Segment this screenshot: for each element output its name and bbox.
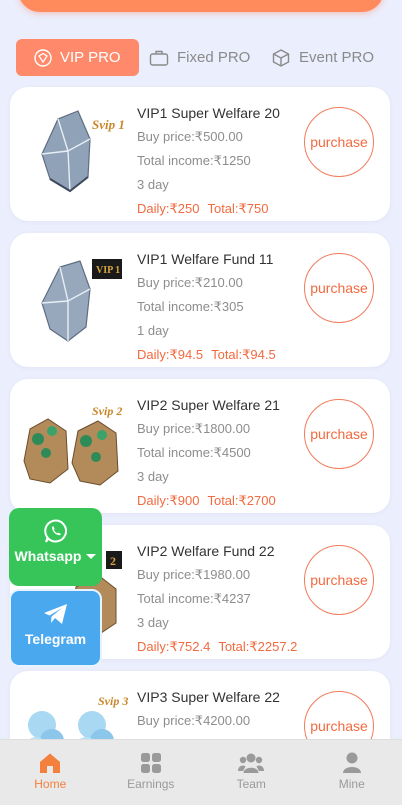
earnings-stats: Daily:₹250 Total:₹750 — [137, 200, 297, 218]
daily-income: Daily:₹94.5 — [137, 347, 204, 362]
purchase-button[interactable]: purchase — [304, 399, 374, 469]
total-return: Total:₹750 — [207, 201, 269, 216]
nav-label: Home — [34, 777, 67, 791]
duration: 1 day — [137, 323, 169, 338]
product-info: VIP2 Welfare Fund 22 Buy price:₹1980.00 … — [137, 542, 297, 656]
tab-label: VIP PRO — [60, 49, 121, 66]
nav-team[interactable]: Team — [201, 740, 302, 805]
diamond-icon — [34, 48, 52, 67]
tab-vip-pro[interactable]: VIP PRO — [16, 39, 139, 76]
product-image: Svip 1 — [41, 110, 125, 193]
total-income: Total income:₹1250 — [137, 153, 251, 168]
top-banner[interactable]: benefits — [18, 0, 384, 12]
briefcase-icon — [149, 50, 169, 66]
total-return: Total:₹2700 — [207, 493, 276, 508]
total-return: Total:₹94.5 — [211, 347, 276, 362]
team-icon — [238, 753, 265, 773]
total-income: Total income:₹305 — [137, 299, 244, 314]
whatsapp-button[interactable]: Whatsapp — [9, 508, 102, 586]
daily-income: Daily:₹752.4 — [137, 639, 211, 654]
total-income: Total income:₹4237 — [137, 591, 251, 606]
telegram-label: Telegram — [24, 631, 87, 647]
badge-text: 2 — [110, 554, 116, 568]
product-title: VIP2 Welfare Fund 22 — [137, 543, 275, 559]
duration: 3 day — [137, 615, 169, 630]
tab-label: Fixed PRO — [177, 49, 251, 66]
product-info: VIP1 Super Welfare 20 Buy price:₹500.00 … — [137, 104, 297, 218]
badge-text: Svip 2 — [92, 404, 122, 418]
box-icon — [272, 48, 290, 67]
badge-text: Svip 3 — [98, 694, 128, 708]
nav-mine[interactable]: Mine — [302, 740, 402, 805]
nav-label: Mine — [338, 777, 365, 791]
product-image: VIP 1 — [41, 259, 122, 342]
grid-icon — [140, 753, 161, 773]
tab-label: Event PRO — [299, 49, 375, 66]
product-title: VIP1 Super Welfare 20 — [137, 105, 280, 121]
whatsapp-icon — [43, 519, 67, 543]
tab-event-pro[interactable]: Event PRO — [271, 39, 374, 76]
product-image: Svip 2 — [23, 404, 122, 486]
nav-label: Earnings — [127, 777, 175, 791]
whatsapp-label: Whatsapp — [9, 548, 102, 564]
caret-down-icon — [86, 553, 97, 559]
bottom-nav: Home Earnings Team Mine — [0, 739, 402, 805]
nav-home[interactable]: Home — [0, 740, 101, 805]
nav-earnings[interactable]: Earnings — [101, 740, 202, 805]
earnings-stats: Daily:₹752.4 Total:₹2257.2 — [137, 638, 297, 656]
badge-text: Svip 1 — [92, 117, 125, 132]
badge-text: VIP 1 — [96, 265, 120, 276]
telegram-button[interactable]: Telegram — [9, 589, 102, 667]
daily-income: Daily:₹900 — [137, 493, 200, 508]
buy-price: Buy price:₹1800.00 — [137, 421, 251, 436]
telegram-icon — [43, 604, 67, 624]
earnings-stats: Daily:₹900 Total:₹2700 — [137, 492, 297, 510]
daily-income: Daily:₹250 — [137, 201, 200, 216]
buy-price: Buy price:₹4200.00 — [137, 713, 251, 728]
product-info: VIP1 Welfare Fund 11 Buy price:₹210.00 T… — [137, 250, 297, 364]
buy-price: Buy price:₹500.00 — [137, 129, 243, 144]
product-title: VIP2 Super Welfare 21 — [137, 397, 280, 413]
nav-label: Team — [236, 777, 266, 791]
product-card: Svip 1 VIP1 Super Welfare 20 Buy price:₹… — [10, 87, 390, 221]
product-info: VIP2 Super Welfare 21 Buy price:₹1800.00… — [137, 396, 297, 510]
purchase-button[interactable]: purchase — [304, 545, 374, 615]
purchase-button[interactable]: purchase — [304, 107, 374, 177]
buy-price: Buy price:₹210.00 — [137, 275, 243, 290]
product-title: VIP1 Welfare Fund 11 — [137, 251, 274, 267]
product-info: VIP3 Super Welfare 22 Buy price:₹4200.00 — [137, 688, 297, 730]
purchase-button[interactable]: purchase — [304, 253, 374, 323]
user-icon — [342, 752, 361, 773]
product-tabs: VIP PRO Fixed PRO Event PRO — [16, 39, 386, 76]
product-title: VIP3 Super Welfare 22 — [137, 689, 280, 705]
duration: 3 day — [137, 469, 169, 484]
product-card: Svip 2 VIP2 Super Welfare 21 Buy price:₹… — [10, 379, 390, 513]
earnings-stats: Daily:₹94.5 Total:₹94.5 — [137, 346, 297, 364]
product-card: VIP 1 VIP1 Welfare Fund 11 Buy price:₹21… — [10, 233, 390, 367]
duration: 3 day — [137, 177, 169, 192]
total-income: Total income:₹4500 — [137, 445, 251, 460]
total-return: Total:₹2257.2 — [218, 639, 298, 654]
product-list: Svip 1 VIP1 Super Welfare 20 Buy price:₹… — [10, 87, 390, 805]
tab-fixed-pro[interactable]: Fixed PRO — [149, 39, 261, 76]
buy-price: Buy price:₹1980.00 — [137, 567, 251, 582]
home-icon — [40, 753, 61, 773]
